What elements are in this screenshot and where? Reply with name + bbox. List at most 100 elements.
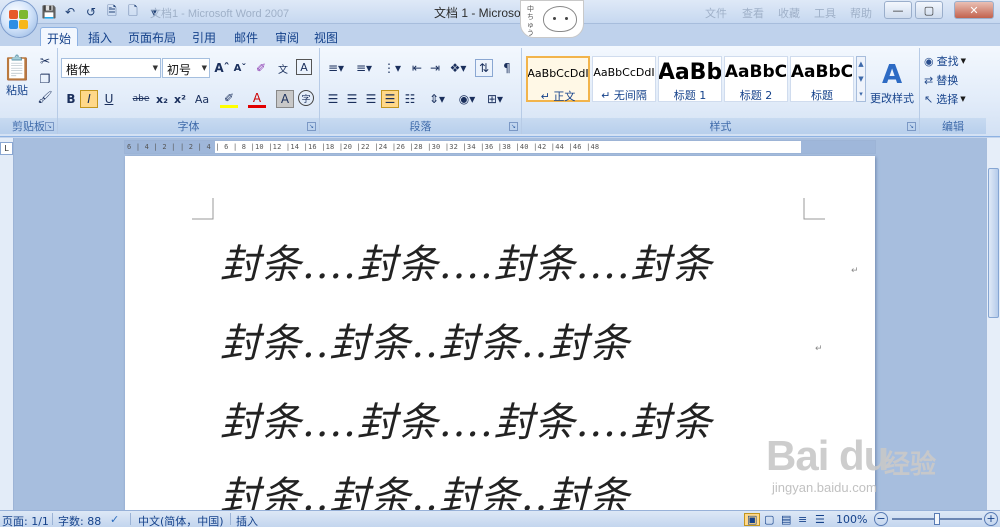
strikethrough-button[interactable]: abe [130,90,152,108]
clipboard-launcher-icon[interactable]: ↘ [45,122,54,131]
distributed-icon[interactable]: ☷ [401,90,419,108]
draft-view-icon[interactable]: ☰ [815,513,825,526]
vertical-scrollbar[interactable] [986,138,1000,510]
paste-button[interactable]: 📋 粘贴 [2,50,32,102]
replace-button[interactable]: ⇄ 替换 [924,70,984,90]
change-styles-button[interactable]: A 更改样式 [868,50,916,116]
style-heading-1[interactable]: AaBb 标题 1 [658,56,722,102]
watermark-url: jingyan.baidu.com [772,480,877,495]
print-preview-icon[interactable]: 🗎 [103,3,121,21]
zoom-level[interactable]: 100% [836,513,867,526]
shading-icon[interactable]: ◉▾ [454,90,480,108]
save-icon[interactable]: 💾 [40,3,58,21]
zoom-out-icon[interactable]: − [874,512,888,526]
faded-menu-5: 帮助 [850,8,872,20]
editing-group: ◉ 查找 ▼ ⇄ 替换 ↖ 选择 ▼ 编辑 [920,48,986,134]
copy-icon[interactable]: ❐ [36,70,54,88]
sort-icon[interactable]: ⇅ [475,59,493,77]
zoom-in-icon[interactable]: + [984,512,998,526]
paragraph-group: ≡▾ ≡▾ ⋮▾ ⇤ ⇥ ❖▾ ⇅ ¶ ☰ ☰ ☰ ☰ ☷ ⇕▾ ◉▾ ⊞▾ 段… [320,48,522,134]
format-painter-icon[interactable]: 🖌 [36,88,54,106]
character-border-icon[interactable]: A [296,59,312,75]
underline-button[interactable]: U [100,90,118,108]
undo-icon[interactable]: ↶ [61,3,79,21]
style-no-spacing[interactable]: AaBbCcDdI ↵ 无间隔 [592,56,656,102]
word-count[interactable]: 字数: 88 [58,513,101,527]
cut-icon[interactable]: ✂ [36,52,54,70]
font-group-label: 字体 [58,118,319,134]
office-button[interactable] [0,0,38,38]
font-size-combo[interactable]: 初号 ▼ [162,58,210,78]
show-marks-icon[interactable]: ¶ [498,59,516,77]
shrink-font-icon[interactable]: Aˇ [231,59,249,77]
decrease-indent-icon[interactable]: ⇤ [408,59,426,77]
styles-group: AaBbCcDdI ↵ 正文 AaBbCcDdI ↵ 无间隔 AaBb 标题 1… [522,48,920,134]
superscript-button[interactable]: x² [171,90,189,108]
faded-menu-3: 收藏 [778,8,800,20]
ribbon: 📋 粘贴 ✂ ❐ 🖌 剪贴板 ↘ 楷体 ▼ 初号 ▼ Aˆ Aˇ ✐ 文 A B… [0,46,1000,137]
justify-icon[interactable]: ☰ [381,90,399,108]
character-shading-button[interactable]: A [276,90,294,108]
clear-formatting-icon[interactable]: ✐ [252,59,270,77]
restore-button[interactable]: ▢ [915,1,943,19]
select-button[interactable]: ↖ 选择 ▼ [924,89,984,109]
scrollbar-thumb[interactable] [988,168,999,318]
font-launcher-icon[interactable]: ↘ [307,122,316,131]
styles-launcher-icon[interactable]: ↘ [907,122,916,131]
borders-icon[interactable]: ⊞▾ [482,90,508,108]
highlight-color-icon[interactable]: ✐ [220,90,238,108]
tab-page-layout[interactable]: 页面布局 [122,27,182,46]
outline-view-icon[interactable]: ≡ [798,513,807,526]
tab-view[interactable]: 视图 [308,27,344,46]
document-page[interactable]: 封条....封条....封条....封条 ↵ 封条..封条..封条..封条 ↵ … [125,156,875,520]
redo-icon[interactable]: ↺ [82,3,100,21]
phonetic-guide-icon[interactable]: 文 [274,59,292,77]
style-name: ↵ 正文 [540,90,576,103]
tab-mailings[interactable]: 邮件 [228,27,264,46]
vertical-ruler: L [0,138,14,510]
full-screen-view-icon[interactable]: ▢ [764,513,774,526]
minimize-button[interactable]: — [884,1,912,19]
subscript-button[interactable]: x₂ [153,90,171,108]
horizontal-ruler[interactable]: 6 | 4 | 2 | | 2 | 4 | 6 | 8 |10 |12 |14 … [124,140,876,154]
paragraph-launcher-icon[interactable]: ↘ [509,122,518,131]
replace-label: 替换 [936,74,959,87]
insert-mode[interactable]: 插入 [236,513,258,527]
style-normal[interactable]: AaBbCcDdI ↵ 正文 [526,56,590,103]
binoculars-icon: ◉ [924,54,934,68]
new-document-icon[interactable]: 🗋 [124,3,142,21]
style-heading-2[interactable]: AaBbC 标题 2 [724,56,788,102]
styles-scroll-icon[interactable]: ▲ ▼ ▾ [856,56,866,102]
web-layout-view-icon[interactable]: ▤ [781,513,791,526]
tab-references[interactable]: 引用 [186,27,222,46]
style-title[interactable]: AaBbC 标题 [790,56,854,102]
grow-font-icon[interactable]: Aˆ [213,59,231,77]
increase-indent-icon[interactable]: ⇥ [426,59,444,77]
chinese-layout-icon[interactable]: ❖▾ [446,59,470,77]
zoom-slider-knob[interactable] [934,513,940,525]
font-color-button[interactable]: A [248,90,266,108]
italic-button[interactable]: I [80,90,98,108]
numbering-icon[interactable]: ≡▾ [352,59,376,77]
cartoon-sticker: 中ちゅう [520,0,584,38]
page-count[interactable]: 页面: 1/1 [2,513,49,527]
print-layout-view-icon[interactable]: ▣ [744,513,761,526]
font-name-combo[interactable]: 楷体 ▼ [61,58,161,78]
bullets-icon[interactable]: ≡▾ [324,59,348,77]
tab-review[interactable]: 审阅 [269,27,305,46]
align-right-icon[interactable]: ☰ [362,90,380,108]
align-center-icon[interactable]: ☰ [343,90,361,108]
bold-button[interactable]: B [62,90,80,108]
language-indicator[interactable]: 中文(简体，中国) [138,513,224,527]
tab-selector[interactable]: L [0,142,13,155]
enclose-characters-button[interactable]: 字 [298,90,314,106]
tab-home[interactable]: 开始 [40,27,79,46]
tab-insert[interactable]: 插入 [82,27,118,46]
align-left-icon[interactable]: ☰ [324,90,342,108]
find-button[interactable]: ◉ 查找 ▼ [924,51,984,71]
line-spacing-icon[interactable]: ⇕▾ [424,90,450,108]
change-case-button[interactable]: Aa [191,90,213,108]
close-button[interactable]: ✕ [954,1,994,19]
proofing-icon[interactable]: ✓ [110,513,119,526]
multilevel-list-icon[interactable]: ⋮▾ [380,59,404,77]
